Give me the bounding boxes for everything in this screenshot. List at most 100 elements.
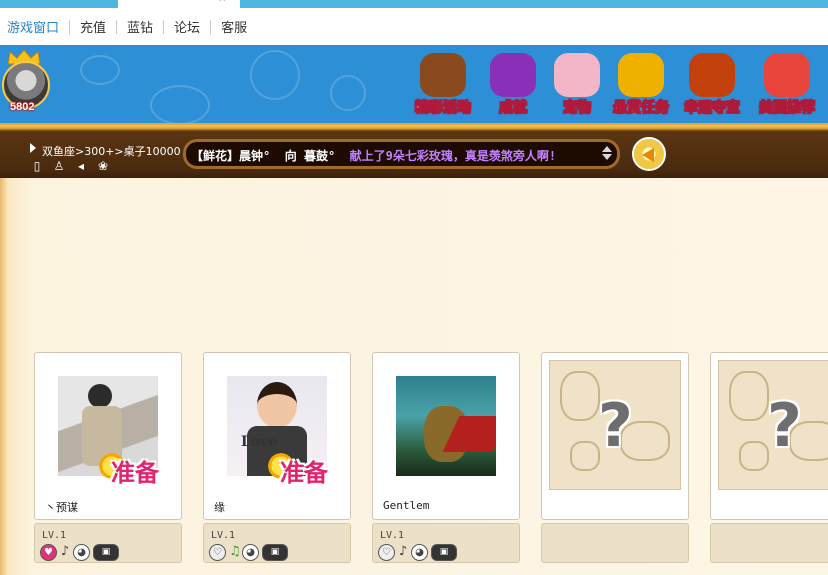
- lucky-treasure-button[interactable]: 幸运夺宝: [677, 53, 747, 117]
- scroll-up-icon[interactable]: [602, 146, 612, 152]
- player-info: LV.1 ♡ ♫ ◕ ▣: [203, 523, 351, 563]
- achievements-button[interactable]: 成就: [478, 53, 548, 117]
- ticker-text: 献上了9朵七彩玫瑰，真是羡煞旁人啊!: [349, 149, 557, 163]
- treasure-chest-icon: [689, 53, 735, 97]
- mystery-placeholder: ?: [718, 360, 828, 490]
- user-avatar-block[interactable]: 5802: [2, 49, 52, 115]
- person-head: [88, 384, 112, 408]
- ticker-scroll-control[interactable]: [600, 144, 614, 164]
- player-seat-3[interactable]: Gentlem LV.1 ♡ ♪ ◕ ▣: [372, 352, 520, 563]
- pets-label: 宠物: [563, 100, 592, 117]
- player-seat-2[interactable]: Love 准备 缘 LV.1 ♡ ♫ ◕ ▣: [203, 352, 351, 563]
- trophy-icon: [490, 53, 536, 97]
- tv-icon[interactable]: ▣: [93, 544, 119, 561]
- speaker-icon[interactable]: [632, 137, 666, 171]
- player-badges: ♡ ♪ ◕ ▣: [378, 544, 457, 561]
- cat-icon[interactable]: ◕: [73, 544, 90, 561]
- player-name: 缘: [214, 501, 225, 514]
- empty-seat-4[interactable]: ?: [541, 352, 689, 563]
- tv-icon[interactable]: ▣: [262, 544, 288, 561]
- bounty-tasks-button[interactable]: 悬赏任务: [606, 53, 676, 117]
- browser-tab[interactable]: ×: [118, 0, 240, 8]
- broadcast-ticker: 【鲜花】晨钟° 向 暮鼓° 献上了9朵七彩玫瑰，真是羡煞旁人啊!: [183, 139, 620, 169]
- paw-icon[interactable]: ❀: [96, 159, 110, 173]
- player-level: LV.1: [42, 530, 67, 541]
- heart-icon[interactable]: ♥: [40, 544, 57, 561]
- player-card[interactable]: 准备 丶预谋: [34, 352, 182, 520]
- heart-icon[interactable]: ♡: [209, 544, 226, 561]
- player-info: LV.1 ♡ ♪ ◕ ▣: [372, 523, 520, 563]
- ticker-receiver: 暮鼓°: [303, 149, 336, 163]
- background-doodle: [150, 85, 210, 123]
- achievements-label: 成就: [499, 100, 528, 117]
- ticker-sender: 晨钟°: [239, 149, 271, 163]
- music-note-icon[interactable]: ♪: [398, 544, 408, 561]
- player-name: 丶预谋: [45, 501, 78, 514]
- background-doodle: [330, 75, 366, 111]
- link-game-window[interactable]: 游戏窗口: [7, 17, 59, 36]
- empty-seat-5[interactable]: ?: [710, 352, 828, 563]
- game-table-area: 准备 丶预谋 LV.1 ♥ ♪ ◕ ▣ Love 准备 缘 LV.1 ♡ ♫ ◕…: [0, 178, 828, 575]
- player-card[interactable]: Gentlem: [372, 352, 520, 520]
- link-customer-service[interactable]: 客服: [221, 17, 247, 36]
- empty-seat-info: [541, 523, 689, 563]
- ready-badge: 准备: [97, 449, 177, 489]
- sketch-doodle: [729, 371, 769, 421]
- player-level: LV.1: [211, 530, 236, 541]
- room-toolbar: ▯ ♙ ◂ ❀: [30, 159, 110, 173]
- browser-tab-strip: ×: [0, 0, 828, 8]
- pets-button[interactable]: 宠物: [542, 53, 612, 117]
- coins-icon: [618, 53, 664, 97]
- cat-icon[interactable]: ◕: [242, 544, 259, 561]
- activities-button[interactable]: 精彩活动: [408, 53, 478, 117]
- bounty-tasks-label: 悬赏任务: [613, 100, 670, 117]
- empty-seat-card[interactable]: ?: [541, 352, 689, 520]
- player-level: LV.1: [380, 530, 405, 541]
- player-info: LV.1 ♥ ♪ ◕ ▣: [34, 523, 182, 563]
- heart-icon[interactable]: ♡: [378, 544, 395, 561]
- link-forum[interactable]: 论坛: [174, 17, 200, 36]
- player-photo: [396, 376, 496, 476]
- room-location: 双鱼座>300+>桌子10000: [42, 145, 181, 158]
- player-seat-1[interactable]: 准备 丶预谋 LV.1 ♥ ♪ ◕ ▣: [34, 352, 182, 563]
- tv-icon[interactable]: ▣: [431, 544, 457, 561]
- divider: [116, 19, 118, 34]
- sketch-doodle: [739, 441, 769, 471]
- expand-arrow-icon[interactable]: [30, 143, 36, 153]
- music-note-icon[interactable]: ♫: [229, 544, 241, 561]
- divider: [210, 19, 212, 34]
- scroll-down-icon[interactable]: [602, 154, 612, 160]
- activities-label: 精彩活动: [415, 100, 472, 117]
- add-friend-icon[interactable]: ♙: [52, 159, 66, 173]
- featured-pictures-button[interactable]: 美图推荐: [752, 53, 822, 117]
- player-badges: ♡ ♫ ◕ ▣: [209, 544, 288, 561]
- player-card[interactable]: Love 准备 缘: [203, 352, 351, 520]
- cat-icon[interactable]: ◕: [411, 544, 428, 561]
- close-icon[interactable]: ×: [218, 0, 226, 4]
- player-name: Gentlem: [383, 499, 430, 512]
- ready-badge: 准备: [266, 449, 346, 489]
- picture-icon: [764, 53, 810, 97]
- link-blue-diamond[interactable]: 蓝钻: [127, 17, 153, 36]
- avatar-count: 5802: [10, 101, 35, 113]
- sketch-doodle: [560, 371, 600, 421]
- divider: [163, 19, 165, 34]
- ticker-message: 【鲜花】晨钟° 向 暮鼓° 献上了9朵七彩玫瑰，真是羡煞旁人啊!: [191, 147, 556, 164]
- empty-seat-card[interactable]: ?: [710, 352, 828, 520]
- document-icon[interactable]: ▯: [30, 159, 44, 173]
- question-mark-icon: ?: [767, 391, 802, 461]
- ready-label: 准备: [280, 459, 328, 487]
- volume-icon[interactable]: ◂: [74, 159, 88, 173]
- sketch-doodle: [570, 441, 600, 471]
- ticker-tag: 【鲜花】: [191, 149, 240, 163]
- featured-pictures-label: 美图推荐: [759, 100, 816, 117]
- music-note-icon[interactable]: ♪: [60, 544, 70, 561]
- link-recharge[interactable]: 充值: [80, 17, 106, 36]
- divider: [69, 19, 71, 34]
- empty-seat-info: [710, 523, 828, 563]
- background-doodle: [80, 55, 120, 85]
- cartoon-face: [257, 382, 297, 428]
- room-bar: 双鱼座>300+>桌子10000 ▯ ♙ ◂ ❀ 【鲜花】晨钟° 向 暮鼓° 献…: [0, 123, 828, 178]
- ticker-to: 向: [284, 149, 297, 163]
- mystery-placeholder: ?: [549, 360, 681, 490]
